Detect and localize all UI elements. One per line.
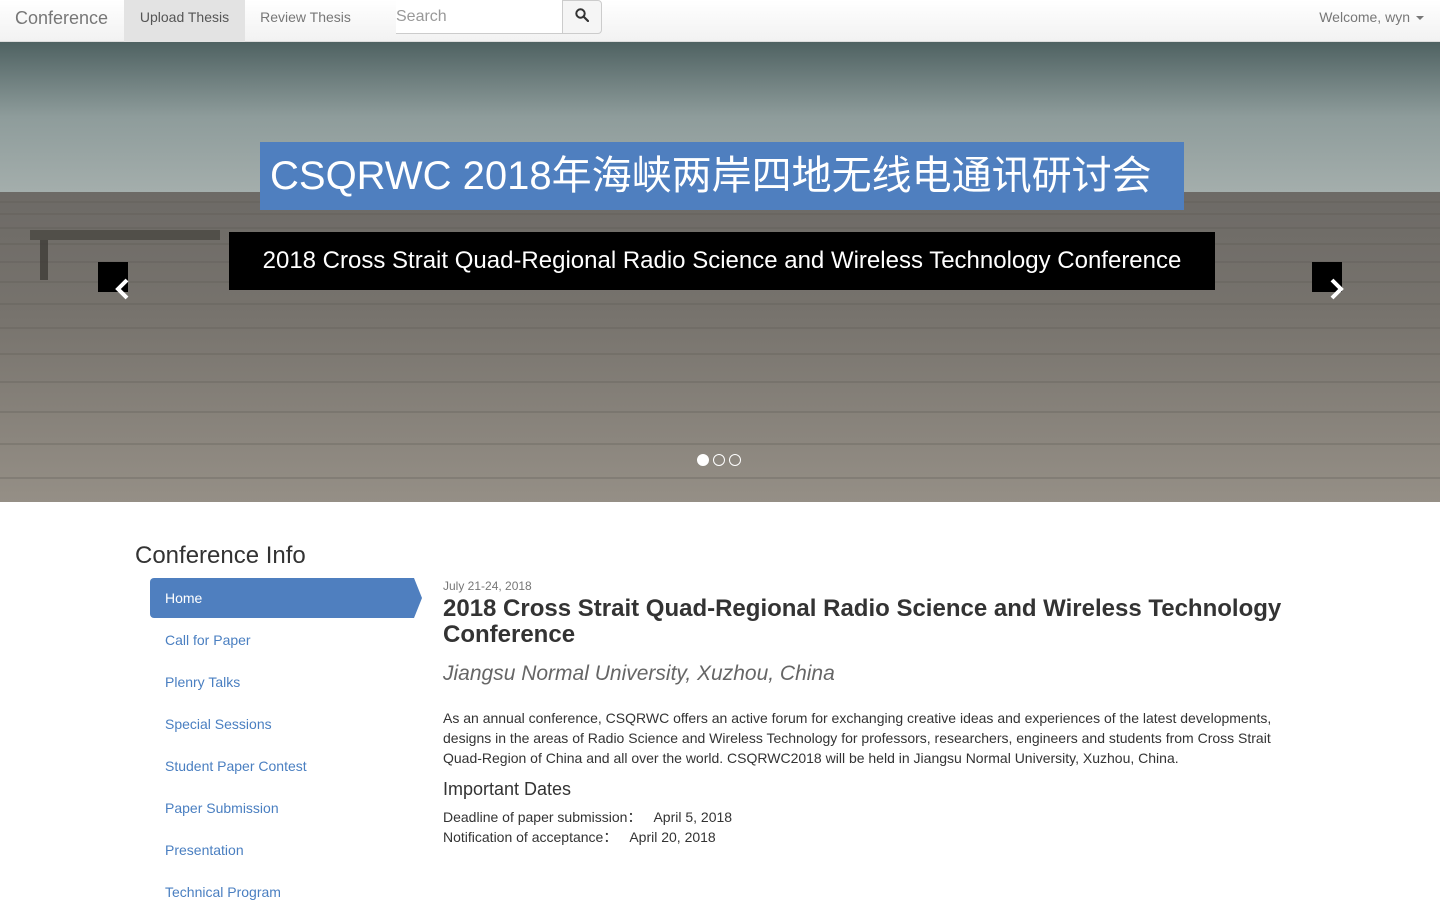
user-menu-label: Welcome, wyn xyxy=(1319,9,1410,25)
sidebar-item-plenry-talks[interactable]: Plenry Talks xyxy=(150,662,422,702)
sidebar-nav: Home Call for Paper Plenry Talks Special… xyxy=(150,578,422,900)
conference-venue: Jiangsu Normal University, Xuzhou, China xyxy=(443,662,835,685)
section-title: Conference Info xyxy=(135,542,306,569)
main-content: July 21-24, 2018 2018 Cross Strait Quad-… xyxy=(443,578,1303,847)
important-date-row: Deadline of paper submission： April 5, 20… xyxy=(443,807,1303,827)
search-button[interactable] xyxy=(562,0,602,34)
conference-date: July 21-24, 2018 xyxy=(443,579,532,593)
carousel-indicators xyxy=(697,454,741,466)
sidebar-item-student-paper-contest[interactable]: Student Paper Contest xyxy=(150,746,422,786)
nav-review-thesis[interactable]: Review Thesis xyxy=(245,0,366,42)
hero-title-english: 2018 Cross Strait Quad-Regional Radio Sc… xyxy=(229,232,1215,290)
search-input[interactable] xyxy=(396,0,562,34)
carousel-next-button[interactable] xyxy=(1312,262,1344,300)
nav-upload-thesis[interactable]: Upload Thesis xyxy=(124,0,245,42)
important-date-label: Deadline of paper submission： xyxy=(443,809,642,825)
important-date-value: April 5, 2018 xyxy=(653,809,733,825)
carousel-indicator-2[interactable] xyxy=(713,454,725,466)
sidebar-item-special-sessions[interactable]: Special Sessions xyxy=(150,704,422,744)
brand-link[interactable]: Conference xyxy=(15,8,108,29)
sidebar-item-call-for-paper[interactable]: Call for Paper xyxy=(150,620,422,660)
sidebar-item-paper-submission[interactable]: Paper Submission xyxy=(150,788,422,828)
carousel-indicator-3[interactable] xyxy=(729,454,741,466)
important-dates-list: Deadline of paper submission： April 5, 20… xyxy=(443,807,1303,847)
sidebar-item-presentation[interactable]: Presentation xyxy=(150,830,422,870)
user-menu-dropdown[interactable]: Welcome, wyn xyxy=(1319,0,1424,34)
important-date-value: April 20, 2018 xyxy=(629,829,716,845)
hero-title-chinese: CSQRWC 2018年海峡两岸四地无线电通讯研讨会 xyxy=(260,142,1184,210)
sidebar-item-home[interactable]: Home xyxy=(150,578,422,618)
top-navbar: Conference Upload Thesis Review Thesis W… xyxy=(0,0,1440,42)
important-date-label: Notification of acceptance： xyxy=(443,829,618,845)
caret-down-icon xyxy=(1416,16,1424,21)
hero-carousel: CSQRWC 2018年海峡两岸四地无线电通讯研讨会 2018 Cross St… xyxy=(0,42,1440,502)
sidebar-item-technical-program[interactable]: Technical Program xyxy=(150,872,422,900)
important-date-row: Notification of acceptance： April 20, 201… xyxy=(443,827,1303,847)
carousel-prev-button[interactable] xyxy=(98,262,129,300)
carousel-indicator-1[interactable] xyxy=(697,454,709,466)
conference-title: 2018 Cross Strait Quad-Regional Radio Sc… xyxy=(443,595,1282,648)
search-icon xyxy=(575,7,590,27)
important-dates-heading: Important Dates xyxy=(443,779,572,799)
conference-description: As an annual conference, CSQRWC offers a… xyxy=(443,710,1272,766)
